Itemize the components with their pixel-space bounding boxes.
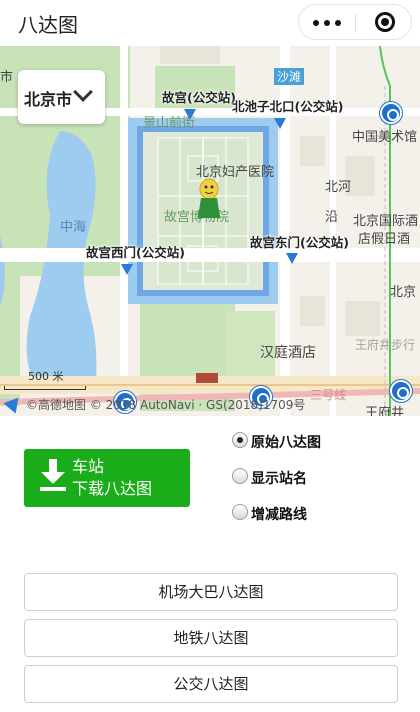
radio-button-checked[interactable] [232, 432, 248, 448]
radio-show-station-names[interactable]: 显示站名 [232, 466, 362, 488]
download-button-line1: 车站 [72, 457, 105, 476]
map-label: 北京 [390, 285, 417, 300]
radio-original-map[interactable]: 原始八达图 [232, 430, 362, 452]
app-header: 八达图 [0, 0, 420, 46]
location-marker-icon[interactable] [196, 178, 222, 220]
map-poi-label: 故宫西门(公交站) [86, 245, 185, 260]
radio-edit-routes[interactable]: 增减路线 [232, 502, 362, 524]
map-poi-label: 故宫(公交站) [162, 90, 236, 105]
download-icon [40, 459, 66, 491]
radio-label: 显示站名 [251, 471, 307, 487]
airport-bus-map-button[interactable]: 机场大巴八达图 [24, 573, 398, 611]
subway-map-button[interactable]: 地铁八达图 [24, 619, 398, 657]
map-label: 中国美术馆 [352, 130, 418, 145]
bus-map-button[interactable]: 公交八达图 [24, 665, 398, 703]
map-scale-bar [4, 386, 86, 390]
map-label: 景山前街 [143, 116, 196, 131]
map-label: 北京国际酒 [353, 214, 419, 229]
map-label: 北河 [325, 180, 352, 195]
city-selector[interactable]: 北京市 [18, 70, 105, 124]
radio-label: 增减路线 [251, 507, 307, 523]
radio-label: 原始八达图 [251, 435, 321, 451]
bus-stop-pin-icon[interactable] [274, 118, 286, 129]
map-label: 中海 [60, 220, 87, 235]
chevron-down-icon [73, 82, 93, 102]
mini-program-capsule [298, 4, 412, 40]
map-label: 店假日酒 [358, 232, 411, 247]
more-menu-icon[interactable] [299, 5, 356, 39]
map-copyright: ©高德地图 © 2018 AutoNavi · GS(2018)1709号 [26, 398, 306, 412]
map-label: 王府井 [365, 406, 405, 416]
city-name: 北京市 [24, 90, 73, 109]
map-label: 王府井步行 [355, 338, 416, 352]
map-label: 沙滩 [274, 68, 305, 85]
metro-station-icon[interactable] [380, 102, 402, 124]
radio-button[interactable] [232, 504, 248, 520]
map-label: 沿 [325, 210, 339, 225]
bus-stop-pin-icon[interactable] [121, 264, 133, 275]
map-label: 三号线 [310, 388, 347, 402]
bus-stop-pin-icon[interactable] [286, 253, 298, 264]
app-title: 八达图 [18, 13, 78, 37]
close-mini-program-icon[interactable] [356, 5, 413, 39]
map-label: 市 [0, 70, 14, 85]
download-station-map-button[interactable]: 车站 下载八达图 [24, 449, 190, 507]
map-poi-label: 故宫东门(公交站) [250, 235, 349, 250]
map-view[interactable]: 北京市 市 故宫(公交站) 北池子北口(公交站) 景山前街 沙滩 中国美术馆 北… [0, 46, 420, 416]
map-poi-label: 北池子北口(公交站) [232, 99, 344, 114]
radio-button[interactable] [232, 468, 248, 484]
metro-station-icon[interactable] [390, 380, 412, 402]
map-scale-label: 500 米 [28, 370, 64, 383]
map-label: 汉庭酒店 [260, 345, 316, 361]
download-button-line2: 下载八达图 [72, 479, 153, 498]
